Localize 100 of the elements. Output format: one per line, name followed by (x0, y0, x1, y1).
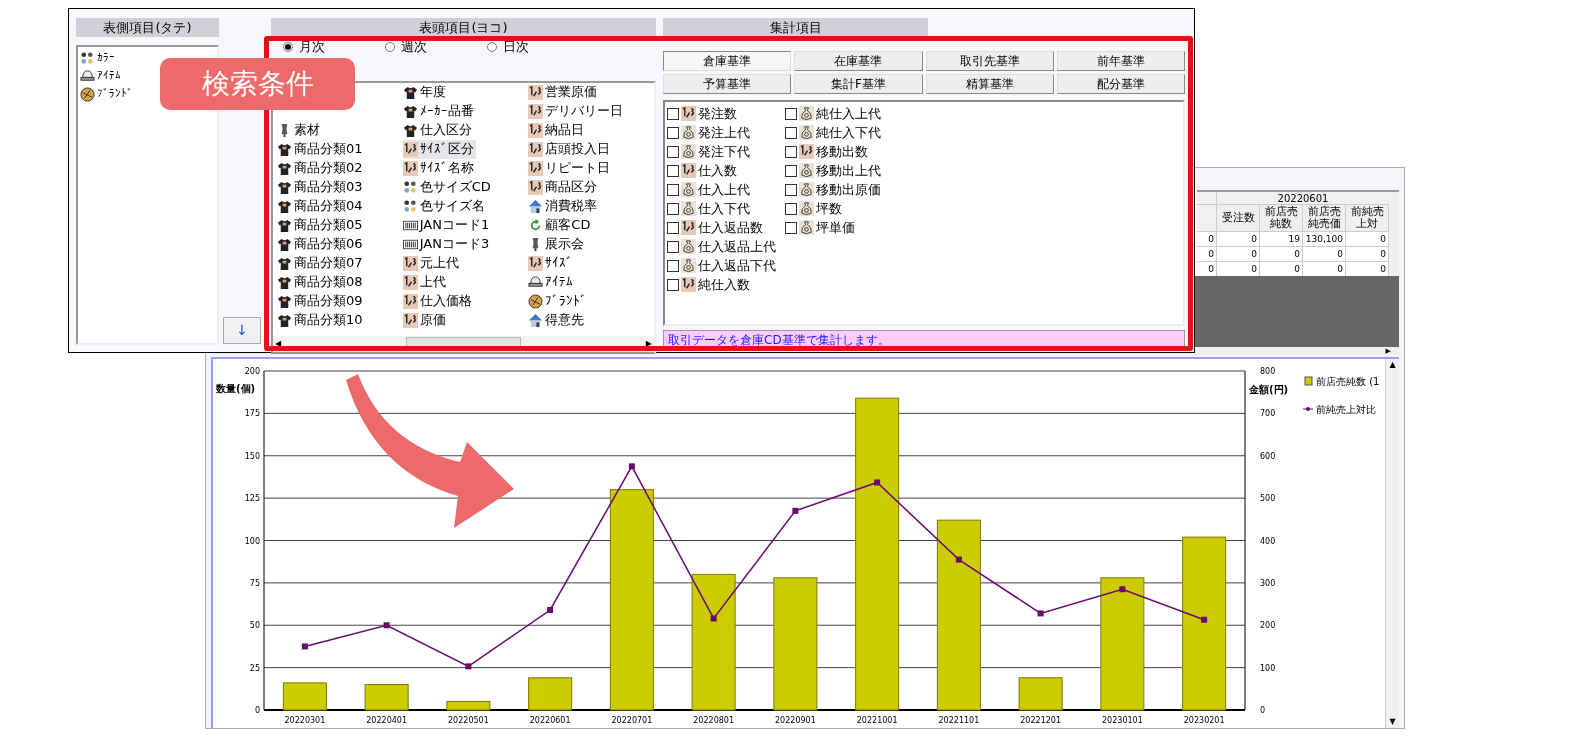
field-item[interactable]: 店頭投入日 (528, 139, 613, 159)
basis-button[interactable]: 在庫基準 (794, 51, 923, 71)
checkbox[interactable] (785, 164, 797, 177)
vertical-scrollbar[interactable]: ▲ ▼ (1385, 359, 1399, 728)
field-item[interactable]: 商品分類07 (277, 253, 365, 273)
field-item[interactable]: JANコード1 (402, 215, 492, 235)
numbers-icon (528, 84, 544, 100)
checkbox[interactable] (785, 183, 797, 196)
basis-button[interactable]: 倉庫基準 (663, 51, 792, 71)
basis-button[interactable]: 配分基準 (1056, 74, 1185, 94)
field-item[interactable]: 仕入価格 (402, 291, 474, 311)
field-item[interactable]: 商品分類03 (277, 177, 365, 197)
legend-label: 前店売純数 (1 (1316, 376, 1380, 387)
field-item[interactable]: 展示会 (528, 234, 587, 254)
axis-label: 20220801 (693, 716, 734, 725)
checkbox[interactable] (667, 221, 679, 234)
basis-button[interactable]: 取引先基準 (925, 51, 1054, 71)
basis-button[interactable]: 精算基準 (925, 74, 1054, 94)
basis-button[interactable]: 前年基準 (1056, 51, 1185, 71)
bar (282, 682, 327, 711)
field-item[interactable]: 元上代 (402, 253, 461, 273)
period-radio[interactable]: 週次 (385, 37, 427, 57)
checkbox[interactable] (667, 278, 679, 291)
cap-icon (528, 274, 544, 290)
scroll-up-icon[interactable]: ▲ (1389, 359, 1396, 371)
field-item[interactable]: 素材 (277, 120, 322, 140)
field-item[interactable]: 商品分類09 (277, 291, 365, 311)
numbers-icon (799, 144, 814, 159)
checkbox-label: 仕入返品上代 (698, 237, 776, 256)
field-item[interactable]: 営業原価 (528, 82, 600, 102)
shirt-icon (277, 179, 292, 195)
field-item[interactable]: ｻｲｽﾞ (528, 253, 576, 273)
table-cell: 0 (1260, 262, 1303, 276)
dots-icon (402, 198, 418, 214)
period-radio[interactable]: 日次 (487, 37, 529, 57)
basis-button[interactable]: 予算基準 (663, 74, 792, 94)
checkbox[interactable] (667, 145, 679, 158)
axis-label: 20220501 (448, 716, 489, 725)
scroll-down-icon[interactable]: ▼ (1389, 716, 1396, 728)
period-radio[interactable]: 月次 (283, 37, 325, 57)
field-item[interactable]: ｻｲｽﾞ名称 (402, 158, 476, 178)
axis-label: 20221201 (1020, 716, 1061, 725)
field-item[interactable]: 商品分類08 (277, 272, 365, 292)
field-item[interactable]: JANコード3 (402, 234, 492, 254)
legend-item: 前店売純数 (1 (1304, 376, 1380, 387)
field-item[interactable]: リピート日 (528, 158, 613, 178)
list-item[interactable]: ｱｲﾃﾑ (80, 68, 121, 84)
shirt-icon (277, 141, 292, 157)
axis-title: 数量(個) (216, 383, 256, 394)
checkbox[interactable] (667, 164, 679, 177)
field-item[interactable]: 仕入区分 (402, 120, 474, 140)
numbers-icon (528, 255, 544, 271)
field-item[interactable]: 商品区分 (528, 177, 600, 197)
checkbox[interactable] (667, 240, 679, 253)
bar (1018, 677, 1063, 711)
field-item[interactable]: 商品分類04 (277, 196, 365, 216)
checkbox[interactable] (667, 259, 679, 272)
field-item[interactable]: デリバリー日 (528, 101, 626, 121)
field-item[interactable]: 商品分類02 (277, 158, 365, 178)
shirt-icon (277, 217, 292, 233)
field-item[interactable]: 原価 (402, 310, 448, 330)
move-down-button[interactable]: ↓ (223, 317, 261, 344)
table-header: 20220601 (1276, 192, 1330, 204)
field-item[interactable]: 顧客CD (528, 215, 593, 235)
checkbox[interactable] (785, 107, 797, 120)
money-bag-icon (799, 201, 814, 216)
field-item[interactable]: ｱｲﾃﾑ (528, 272, 576, 292)
axis-label: 400 (1260, 536, 1276, 546)
checkbox[interactable] (667, 202, 679, 215)
checkbox[interactable] (667, 107, 679, 120)
checkbox-label: 発注上代 (698, 123, 750, 142)
checkbox[interactable] (785, 126, 797, 139)
field-item[interactable]: 色サイズCD (402, 177, 493, 197)
field-item[interactable]: 年度 (402, 82, 448, 102)
axis-label: 20220601 (529, 716, 571, 725)
field-item[interactable]: 得意先 (528, 310, 587, 330)
checkbox[interactable] (667, 183, 679, 196)
field-item[interactable]: 商品分類10 (277, 310, 365, 330)
field-item[interactable]: 上代 (402, 272, 448, 292)
checkbox-label: 仕入上代 (698, 180, 750, 199)
field-item[interactable]: ﾒｰｶｰ品番 (402, 101, 476, 121)
numbers-icon (528, 179, 544, 195)
field-item[interactable]: 商品分類05 (277, 215, 365, 235)
field-item[interactable]: 商品分類01 (277, 139, 365, 159)
field-item[interactable]: 商品分類06 (277, 234, 365, 254)
checkbox[interactable] (785, 221, 797, 234)
list-item[interactable]: ｶﾗｰ (80, 50, 115, 66)
field-item[interactable]: 消費税率 (528, 196, 600, 216)
field-item[interactable]: ﾌﾞﾗﾝﾄﾞ (528, 291, 590, 311)
field-item[interactable]: 色サイズ名 (402, 196, 487, 216)
checkbox[interactable] (785, 202, 797, 215)
checkbox[interactable] (667, 126, 679, 139)
money-bag-icon (681, 125, 696, 140)
field-item[interactable]: 納品日 (528, 120, 587, 140)
numbers-icon (528, 122, 544, 138)
numbers-icon (402, 141, 418, 157)
checkbox[interactable] (785, 145, 797, 158)
basis-button[interactable]: 集計F基準 (794, 74, 923, 94)
list-item[interactable]: ﾌﾞﾗﾝﾄﾞ (80, 86, 133, 102)
field-item[interactable]: ｻｲｽﾞ区分 (402, 139, 476, 159)
